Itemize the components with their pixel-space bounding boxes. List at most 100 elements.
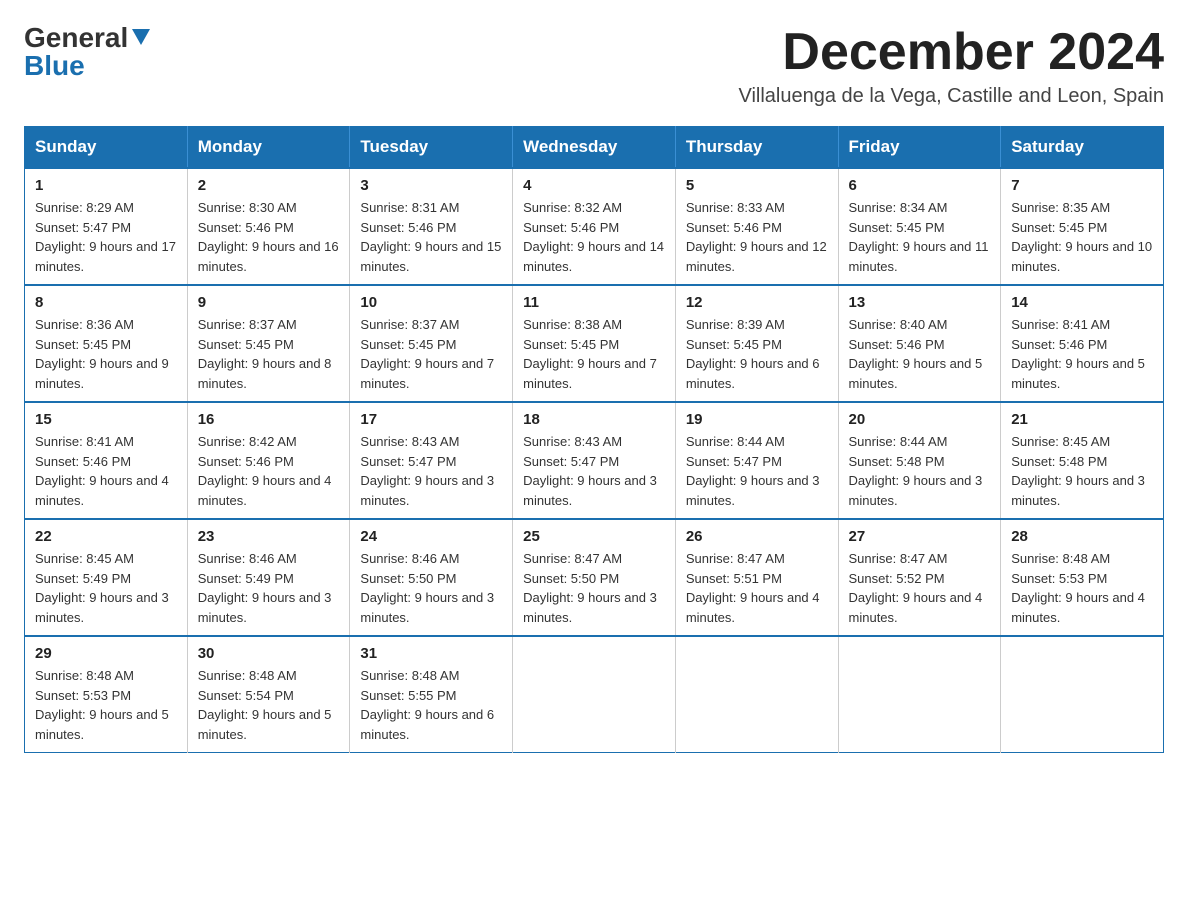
header-sunday: Sunday — [25, 127, 188, 169]
day-info: Sunrise: 8:35 AMSunset: 5:45 PMDaylight:… — [1011, 200, 1152, 274]
calendar-table: SundayMondayTuesdayWednesdayThursdayFrid… — [24, 126, 1164, 753]
day-number: 24 — [360, 528, 502, 545]
calendar-week-row: 1 Sunrise: 8:29 AMSunset: 5:47 PMDaylight… — [25, 168, 1164, 285]
day-number: 15 — [35, 411, 177, 428]
day-info: Sunrise: 8:47 AMSunset: 5:51 PMDaylight:… — [686, 551, 820, 625]
logo-general-text: General — [24, 24, 128, 52]
day-number: 10 — [360, 294, 502, 311]
calendar-cell: 5 Sunrise: 8:33 AMSunset: 5:46 PMDaylight… — [675, 168, 838, 285]
calendar-cell: 14 Sunrise: 8:41 AMSunset: 5:46 PMDayligh… — [1001, 285, 1164, 402]
calendar-cell: 16 Sunrise: 8:42 AMSunset: 5:46 PMDayligh… — [187, 402, 350, 519]
calendar-cell: 21 Sunrise: 8:45 AMSunset: 5:48 PMDayligh… — [1001, 402, 1164, 519]
day-info: Sunrise: 8:48 AMSunset: 5:55 PMDaylight:… — [360, 668, 494, 742]
calendar-cell: 23 Sunrise: 8:46 AMSunset: 5:49 PMDayligh… — [187, 519, 350, 636]
day-info: Sunrise: 8:39 AMSunset: 5:45 PMDaylight:… — [686, 317, 820, 391]
calendar-cell: 17 Sunrise: 8:43 AMSunset: 5:47 PMDayligh… — [350, 402, 513, 519]
day-number: 19 — [686, 411, 828, 428]
day-number: 26 — [686, 528, 828, 545]
calendar-cell: 25 Sunrise: 8:47 AMSunset: 5:50 PMDayligh… — [513, 519, 676, 636]
calendar-cell: 27 Sunrise: 8:47 AMSunset: 5:52 PMDayligh… — [838, 519, 1001, 636]
calendar-cell: 7 Sunrise: 8:35 AMSunset: 5:45 PMDaylight… — [1001, 168, 1164, 285]
calendar-cell: 9 Sunrise: 8:37 AMSunset: 5:45 PMDaylight… — [187, 285, 350, 402]
calendar-cell: 1 Sunrise: 8:29 AMSunset: 5:47 PMDaylight… — [25, 168, 188, 285]
day-number: 2 — [198, 177, 340, 194]
day-info: Sunrise: 8:48 AMSunset: 5:53 PMDaylight:… — [35, 668, 169, 742]
calendar-cell: 12Sunrise: 8:39 AMSunset: 5:45 PMDayligh… — [675, 285, 838, 402]
day-number: 5 — [686, 177, 828, 194]
header-wednesday: Wednesday — [513, 127, 676, 169]
day-info: Sunrise: 8:44 AMSunset: 5:47 PMDaylight:… — [686, 434, 820, 508]
day-number: 25 — [523, 528, 665, 545]
day-number: 11 — [523, 294, 665, 311]
calendar-cell: 8 Sunrise: 8:36 AMSunset: 5:45 PMDaylight… — [25, 285, 188, 402]
day-number: 8 — [35, 294, 177, 311]
calendar-cell: 29Sunrise: 8:48 AMSunset: 5:53 PMDayligh… — [25, 636, 188, 753]
day-number: 17 — [360, 411, 502, 428]
day-info: Sunrise: 8:48 AMSunset: 5:53 PMDaylight:… — [1011, 551, 1145, 625]
day-number: 28 — [1011, 528, 1153, 545]
day-number: 23 — [198, 528, 340, 545]
calendar-cell: 3Sunrise: 8:31 AMSunset: 5:46 PMDaylight… — [350, 168, 513, 285]
calendar-cell: 4Sunrise: 8:32 AMSunset: 5:46 PMDaylight… — [513, 168, 676, 285]
day-number: 14 — [1011, 294, 1153, 311]
day-info: Sunrise: 8:43 AMSunset: 5:47 PMDaylight:… — [360, 434, 494, 508]
calendar-header-row: SundayMondayTuesdayWednesdayThursdayFrid… — [25, 127, 1164, 169]
calendar-cell: 31Sunrise: 8:48 AMSunset: 5:55 PMDayligh… — [350, 636, 513, 753]
day-info: Sunrise: 8:41 AMSunset: 5:46 PMDaylight:… — [35, 434, 169, 508]
day-info: Sunrise: 8:48 AMSunset: 5:54 PMDaylight:… — [198, 668, 332, 742]
calendar-cell: 6Sunrise: 8:34 AMSunset: 5:45 PMDaylight… — [838, 168, 1001, 285]
day-info: Sunrise: 8:30 AMSunset: 5:46 PMDaylight:… — [198, 200, 339, 274]
calendar-cell — [675, 636, 838, 753]
location-subtitle: Villaluenga de la Vega, Castille and Leo… — [738, 85, 1164, 108]
calendar-week-row: 15 Sunrise: 8:41 AMSunset: 5:46 PMDayligh… — [25, 402, 1164, 519]
logo: General Blue — [24, 24, 152, 80]
logo-triangle-icon — [130, 25, 152, 47]
day-info: Sunrise: 8:47 AMSunset: 5:50 PMDaylight:… — [523, 551, 657, 625]
day-number: 27 — [849, 528, 991, 545]
header-monday: Monday — [187, 127, 350, 169]
calendar-cell: 10 Sunrise: 8:37 AMSunset: 5:45 PMDayligh… — [350, 285, 513, 402]
header-friday: Friday — [838, 127, 1001, 169]
day-info: Sunrise: 8:44 AMSunset: 5:48 PMDaylight:… — [849, 434, 983, 508]
calendar-cell: 19 Sunrise: 8:44 AMSunset: 5:47 PMDayligh… — [675, 402, 838, 519]
calendar-week-row: 8 Sunrise: 8:36 AMSunset: 5:45 PMDaylight… — [25, 285, 1164, 402]
day-info: Sunrise: 8:46 AMSunset: 5:49 PMDaylight:… — [198, 551, 332, 625]
day-number: 7 — [1011, 177, 1153, 194]
calendar-week-row: 29Sunrise: 8:48 AMSunset: 5:53 PMDayligh… — [25, 636, 1164, 753]
calendar-cell: 11Sunrise: 8:38 AMSunset: 5:45 PMDayligh… — [513, 285, 676, 402]
title-area: December 2024 Villaluenga de la Vega, Ca… — [738, 24, 1164, 108]
calendar-week-row: 22Sunrise: 8:45 AMSunset: 5:49 PMDayligh… — [25, 519, 1164, 636]
day-info: Sunrise: 8:37 AMSunset: 5:45 PMDaylight:… — [198, 317, 332, 391]
calendar-cell: 30 Sunrise: 8:48 AMSunset: 5:54 PMDayligh… — [187, 636, 350, 753]
day-number: 9 — [198, 294, 340, 311]
day-info: Sunrise: 8:33 AMSunset: 5:46 PMDaylight:… — [686, 200, 827, 274]
day-info: Sunrise: 8:46 AMSunset: 5:50 PMDaylight:… — [360, 551, 494, 625]
page-header: General Blue December 2024 Villaluenga d… — [24, 24, 1164, 108]
calendar-cell: 22Sunrise: 8:45 AMSunset: 5:49 PMDayligh… — [25, 519, 188, 636]
day-info: Sunrise: 8:36 AMSunset: 5:45 PMDaylight:… — [35, 317, 169, 391]
header-saturday: Saturday — [1001, 127, 1164, 169]
day-info: Sunrise: 8:45 AMSunset: 5:49 PMDaylight:… — [35, 551, 169, 625]
calendar-cell — [838, 636, 1001, 753]
day-number: 21 — [1011, 411, 1153, 428]
day-number: 30 — [198, 645, 340, 662]
day-info: Sunrise: 8:37 AMSunset: 5:45 PMDaylight:… — [360, 317, 494, 391]
calendar-cell — [1001, 636, 1164, 753]
header-tuesday: Tuesday — [350, 127, 513, 169]
day-info: Sunrise: 8:31 AMSunset: 5:46 PMDaylight:… — [360, 200, 501, 274]
day-info: Sunrise: 8:47 AMSunset: 5:52 PMDaylight:… — [849, 551, 983, 625]
calendar-cell: 2 Sunrise: 8:30 AMSunset: 5:46 PMDaylight… — [187, 168, 350, 285]
calendar-cell: 18 Sunrise: 8:43 AMSunset: 5:47 PMDayligh… — [513, 402, 676, 519]
day-number: 13 — [849, 294, 991, 311]
day-info: Sunrise: 8:43 AMSunset: 5:47 PMDaylight:… — [523, 434, 657, 508]
calendar-cell: 26 Sunrise: 8:47 AMSunset: 5:51 PMDayligh… — [675, 519, 838, 636]
day-info: Sunrise: 8:42 AMSunset: 5:46 PMDaylight:… — [198, 434, 332, 508]
day-number: 20 — [849, 411, 991, 428]
day-number: 18 — [523, 411, 665, 428]
day-info: Sunrise: 8:45 AMSunset: 5:48 PMDaylight:… — [1011, 434, 1145, 508]
day-info: Sunrise: 8:41 AMSunset: 5:46 PMDaylight:… — [1011, 317, 1145, 391]
calendar-cell: 13Sunrise: 8:40 AMSunset: 5:46 PMDayligh… — [838, 285, 1001, 402]
day-number: 1 — [35, 177, 177, 194]
day-info: Sunrise: 8:29 AMSunset: 5:47 PMDaylight:… — [35, 200, 176, 274]
day-number: 16 — [198, 411, 340, 428]
